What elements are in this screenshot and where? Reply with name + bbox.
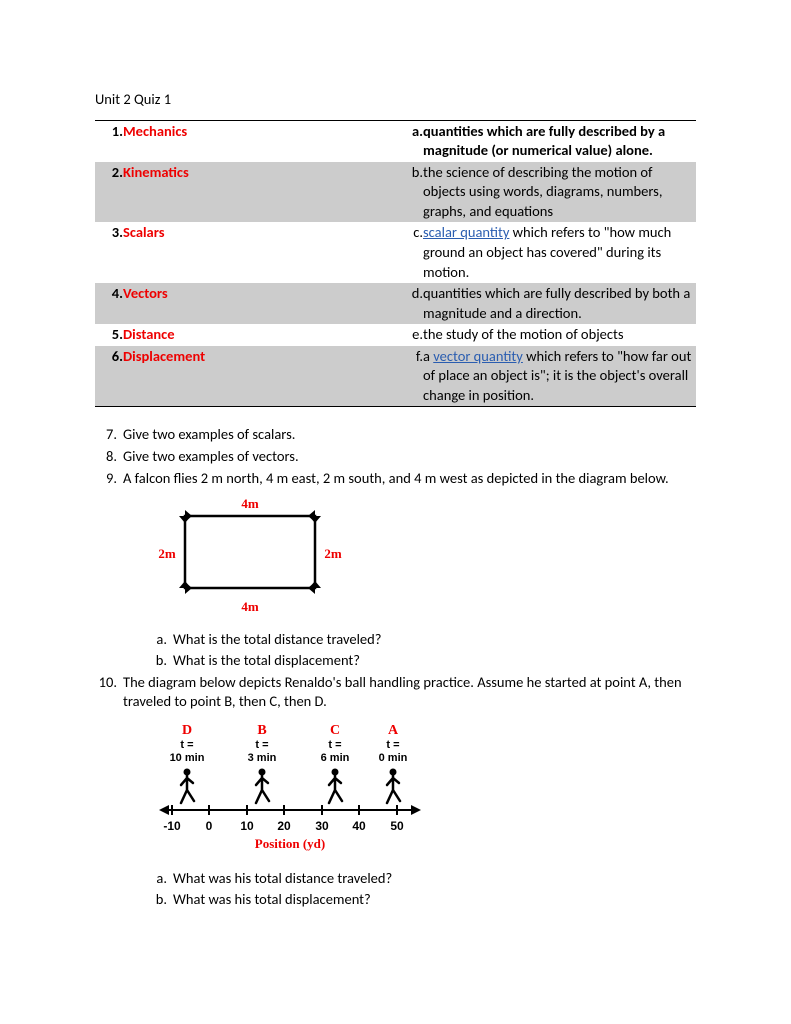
question-9a: a. What is the total distance traveled?	[95, 630, 696, 650]
point-time-value: 3 min	[248, 752, 277, 764]
row-number: 1.	[95, 120, 123, 162]
point-time-label: t =	[386, 739, 399, 751]
row-number: 5.	[95, 324, 123, 346]
sub-letter: b.	[149, 651, 173, 671]
page-title: Unit 2 Quiz 1	[95, 90, 696, 110]
left-label: 2m	[158, 546, 176, 561]
row-term: Mechanics	[123, 120, 403, 162]
match-row: 2.Kinematicsb.the science of describing …	[95, 162, 696, 223]
row-def-letter: d.	[403, 283, 423, 324]
sub-letter: a.	[149, 630, 173, 650]
sub-text: What is the total displacement?	[173, 651, 696, 671]
person-icon	[387, 768, 400, 803]
person-icon	[329, 768, 342, 803]
sub-text: What was his total displacement?	[173, 890, 696, 910]
question-number: 8.	[95, 447, 123, 467]
row-definition: scalar quantity which refers to "how muc…	[423, 222, 696, 283]
tick-label: 30	[315, 819, 329, 833]
question-text: Give two examples of vectors.	[123, 447, 696, 467]
question-text: Give two examples of scalars.	[123, 425, 696, 445]
row-def-letter: a.	[403, 120, 423, 162]
tick-label: 10	[240, 819, 254, 833]
point-letter: C	[330, 723, 340, 738]
row-def-letter: b.	[403, 162, 423, 223]
question-10b: b. What was his total displacement?	[95, 890, 696, 910]
definition-link[interactable]: scalar quantity	[423, 223, 509, 241]
question-7: 7. Give two examples of scalars.	[95, 425, 696, 445]
question-number: 9.	[95, 469, 123, 489]
point-time-label: t =	[180, 739, 193, 751]
match-row: 5.Distancee.the study of the motion of o…	[95, 324, 696, 346]
tick-label: 0	[206, 819, 213, 833]
match-row: 1.Mechanicsa.quantities which are fully …	[95, 120, 696, 162]
question-10: 10. The diagram below depicts Renaldo's …	[95, 673, 696, 712]
rectangle-diagram: 4m 4m 2m 2m	[155, 496, 696, 622]
row-term: Kinematics	[123, 162, 403, 223]
question-10a: a. What was his total distance traveled?	[95, 869, 696, 889]
point-time-label: t =	[255, 739, 268, 751]
row-term: Displacement	[123, 346, 403, 407]
definition-link[interactable]: vector quantity	[433, 347, 523, 365]
match-row: 4.Vectorsd.quantities which are fully de…	[95, 283, 696, 324]
question-9: 9. A falcon flies 2 m north, 4 m east, 2…	[95, 469, 696, 489]
question-8: 8. Give two examples of vectors.	[95, 447, 696, 467]
row-number: 6.	[95, 346, 123, 407]
row-def-letter: c.	[403, 222, 423, 283]
row-def-letter: e.	[403, 324, 423, 346]
row-term: Distance	[123, 324, 403, 346]
tick-label: 40	[352, 819, 366, 833]
tick-label: 20	[277, 819, 291, 833]
bottom-label: 4m	[241, 599, 259, 614]
person-icon	[181, 768, 194, 803]
point-time-value: 0 min	[379, 752, 408, 764]
row-definition: quantities which are fully described by …	[423, 283, 696, 324]
row-def-letter: f.	[403, 346, 423, 407]
right-label: 2m	[324, 546, 342, 561]
point-letter: B	[257, 723, 266, 738]
point-time-label: t =	[328, 739, 341, 751]
point-time-value: 10 min	[170, 752, 205, 764]
top-label: 4m	[241, 496, 259, 511]
timeline-diagram: Position (yd) -1001020304050Dt =10 minBt…	[155, 720, 696, 861]
row-definition: the study of the motion of objects	[423, 324, 696, 346]
match-row: 3.Scalarsc.scalar quantity which refers …	[95, 222, 696, 283]
question-text: The diagram below depicts Renaldo's ball…	[123, 673, 696, 712]
sub-text: What was his total distance traveled?	[173, 869, 696, 889]
person-icon	[256, 768, 269, 803]
tick-label: -10	[163, 819, 181, 833]
row-definition: the science of describing the motion of …	[423, 162, 696, 223]
question-number: 7.	[95, 425, 123, 445]
row-number: 3.	[95, 222, 123, 283]
tick-label: 50	[390, 819, 404, 833]
sub-text: What is the total distance traveled?	[173, 630, 696, 650]
row-number: 2.	[95, 162, 123, 223]
sub-letter: a.	[149, 869, 173, 889]
row-term: Scalars	[123, 222, 403, 283]
row-number: 4.	[95, 283, 123, 324]
point-letter: D	[182, 723, 192, 738]
row-term: Vectors	[123, 283, 403, 324]
matching-table: 1.Mechanicsa.quantities which are fully …	[95, 120, 696, 408]
axis-label: Position (yd)	[255, 836, 325, 851]
point-letter: A	[388, 723, 399, 738]
question-9b: b. What is the total displacement?	[95, 651, 696, 671]
match-row: 6.Displacementf.a vector quantity which …	[95, 346, 696, 407]
question-text: A falcon flies 2 m north, 4 m east, 2 m …	[123, 469, 696, 489]
question-number: 10.	[95, 673, 123, 712]
row-definition: quantities which are fully described by …	[423, 120, 696, 162]
row-definition: a vector quantity which refers to "how f…	[423, 346, 696, 407]
sub-letter: b.	[149, 890, 173, 910]
point-time-value: 6 min	[321, 752, 350, 764]
